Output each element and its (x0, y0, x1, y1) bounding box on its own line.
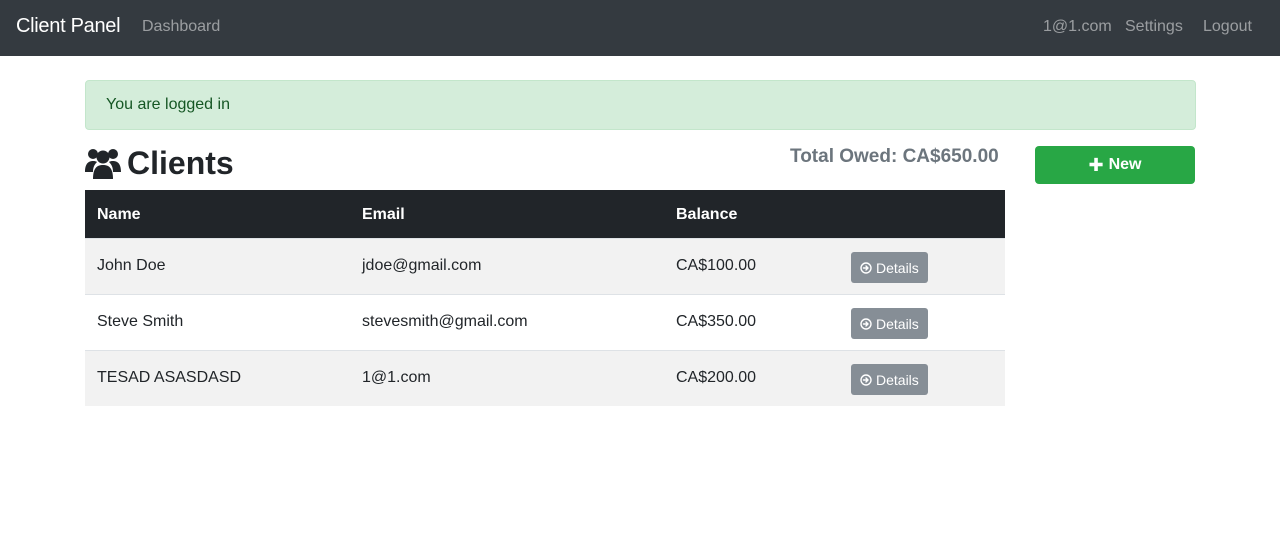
client-email: 1@1.com (362, 369, 431, 386)
new-client-button[interactable]: ✚ New (1035, 146, 1195, 184)
details-button[interactable]: Details (851, 252, 928, 283)
table-row: TESAD ASASDASD 1@1.com CA$200.00 Details (85, 350, 1005, 406)
details-cell: Details (851, 252, 928, 283)
users-icon (85, 149, 121, 179)
page-title: Clients (85, 143, 234, 183)
nav-dashboard-link[interactable]: Dashboard (142, 18, 220, 36)
nav-user-email-link[interactable]: 1@1.com (1043, 18, 1112, 36)
alert-message: You are logged in (106, 96, 230, 113)
client-balance: CA$100.00 (676, 257, 757, 274)
details-button[interactable]: Details (851, 308, 928, 339)
navbar: Client Panel Dashboard 1@1.com Settings … (0, 0, 1280, 56)
client-balance: CA$350.00 (676, 313, 757, 330)
details-button-label: Details (876, 371, 919, 388)
details-cell: Details (851, 308, 928, 339)
nav-logout-link[interactable]: Logout (1203, 18, 1252, 36)
column-header-balance: Balance (676, 206, 738, 223)
details-cell: Details (851, 364, 928, 395)
arrow-circle-right-icon (860, 317, 872, 330)
arrow-circle-right-icon (860, 261, 872, 274)
table-header-row: Name Email Balance (85, 190, 1005, 238)
details-button-label: Details (876, 315, 919, 332)
client-email: jdoe@gmail.com (362, 257, 482, 274)
details-button-label: Details (876, 259, 919, 276)
plus-icon: ✚ (1088, 155, 1104, 175)
client-name: TESAD ASASDASD (97, 369, 242, 386)
brand-link[interactable]: Client Panel (16, 15, 121, 38)
clients-table: Name Email Balance John Doe jdoe@gmail.c… (85, 190, 1005, 406)
new-button-label: New (1108, 156, 1142, 173)
table-row: Steve Smith stevesmith@gmail.com CA$350.… (85, 294, 1005, 350)
login-success-alert: You are logged in (85, 80, 1196, 130)
page-title-text: Clients (127, 144, 234, 181)
client-email: stevesmith@gmail.com (362, 313, 528, 330)
column-header-name: Name (97, 206, 141, 223)
table-row: John Doe jdoe@gmail.com CA$100.00 Detail… (85, 238, 1005, 294)
arrow-circle-right-icon (860, 373, 872, 386)
nav-settings-link[interactable]: Settings (1125, 18, 1183, 36)
total-owed-summary: Total Owed: CA$650.00 (790, 146, 999, 167)
column-header-email: Email (362, 206, 405, 223)
client-balance: CA$200.00 (676, 369, 757, 386)
client-name: Steve Smith (97, 313, 184, 330)
client-name: John Doe (97, 257, 166, 274)
details-button[interactable]: Details (851, 364, 928, 395)
